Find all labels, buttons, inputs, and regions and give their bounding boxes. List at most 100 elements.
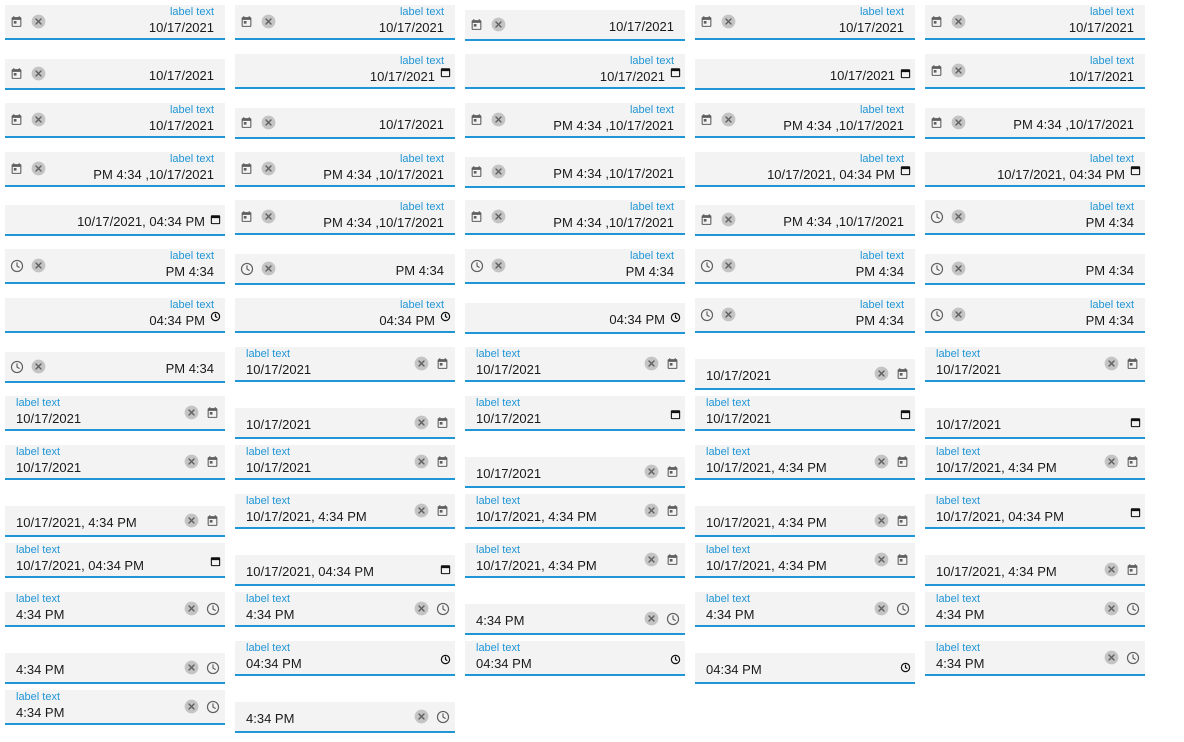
clear-icon[interactable] [874,601,889,616]
clear-icon[interactable] [31,66,46,81]
clear-icon[interactable] [491,164,506,179]
datetime-input[interactable]: label text 10/17/2021 [925,54,1145,89]
field-value[interactable]: 10/17/2021 [16,411,81,426]
datetime-input[interactable]: label text 10/17/2021 [695,396,915,431]
datetime-input[interactable]: 10/17/2021 [465,457,685,488]
datetime-input[interactable]: label text 10/17/2021 [235,54,455,89]
calendar-icon[interactable] [9,14,24,29]
field-value[interactable]: 10/17/2021 [149,68,214,83]
datetime-input[interactable]: label text 04:34 PM [465,641,685,676]
clear-icon[interactable] [1104,454,1119,469]
datetime-input[interactable]: label text 10/17/2021 [465,347,685,382]
datetime-input[interactable]: label text PM 4:34 [925,200,1145,235]
clock-picker-icon[interactable] [900,660,911,678]
datetime-input[interactable]: PM 4:34 ,10/17/2021 [695,205,915,236]
calendar-picker-icon[interactable] [1130,163,1141,181]
field-value[interactable]: PM 4:34 [166,264,214,279]
clear-icon[interactable] [414,709,429,724]
datetime-input[interactable]: label text 4:34 PM [925,592,1145,627]
field-value[interactable]: 10/17/2021, 04:34 PM [767,167,895,182]
calendar-picker-icon[interactable] [440,562,451,580]
field-value[interactable]: PM 4:34 [626,264,674,279]
datetime-input[interactable]: 10/17/2021 [925,408,1145,439]
clear-icon[interactable] [721,258,736,273]
calendar-icon[interactable] [699,112,714,127]
datetime-input[interactable]: label text 10/17/2021, 04:34 PM [925,152,1145,187]
clear-icon[interactable] [874,454,889,469]
field-value[interactable]: 10/17/2021 [246,417,311,432]
field-value[interactable]: 10/17/2021, 04:34 PM [936,509,1064,524]
datetime-input[interactable]: label text PM 4:34 [5,249,225,284]
calendar-icon[interactable] [239,209,254,224]
datetime-input[interactable]: 10/17/2021, 4:34 PM [695,506,915,537]
clear-icon[interactable] [414,415,429,430]
calendar-icon[interactable] [929,115,944,130]
calendar-icon[interactable] [9,112,24,127]
datetime-input[interactable]: 10/17/2021, 4:34 PM [925,555,1145,586]
datetime-input[interactable]: label text PM 4:34 ,10/17/2021 [5,152,225,187]
datetime-input[interactable]: label text 10/17/2021 [465,396,685,431]
field-value[interactable]: PM 4:34 ,10/17/2021 [553,118,674,133]
clock-icon[interactable] [929,261,944,276]
calendar-icon[interactable] [895,513,910,528]
field-value[interactable]: 10/17/2021 [476,411,541,426]
datetime-input[interactable]: label text 10/17/2021 [5,445,225,480]
datetime-input[interactable]: label text 10/17/2021, 4:34 PM [465,543,685,578]
calendar-picker-icon[interactable] [670,407,681,425]
datetime-input[interactable]: 4:34 PM [465,604,685,635]
datetime-input[interactable]: 4:34 PM [5,653,225,684]
datetime-input[interactable]: label text 10/17/2021, 04:34 PM [5,543,225,578]
clear-icon[interactable] [644,356,659,371]
datetime-input[interactable]: label text 10/17/2021, 4:34 PM [235,494,455,529]
field-value[interactable]: 10/17/2021, 4:34 PM [936,460,1057,475]
datetime-input[interactable]: label text 04:34 PM [235,641,455,676]
datetime-input[interactable]: label text 10/17/2021, 4:34 PM [465,494,685,529]
field-value[interactable]: 4:34 PM [936,607,984,622]
calendar-picker-icon[interactable] [900,407,911,425]
field-value[interactable]: PM 4:34 ,10/17/2021 [323,215,444,230]
clear-icon[interactable] [951,115,966,130]
field-value[interactable]: 10/17/2021 [476,466,541,481]
datetime-input[interactable]: PM 4:34 [925,254,1145,285]
calendar-icon[interactable] [469,112,484,127]
field-value[interactable]: 10/17/2021, 4:34 PM [706,460,827,475]
datetime-input[interactable]: label text 10/17/2021 [695,5,915,40]
field-value[interactable]: 10/17/2021 [936,417,1001,432]
field-value[interactable]: 10/17/2021 [149,118,214,133]
datetime-input[interactable]: label text 04:34 PM [235,298,455,333]
datetime-input[interactable]: label text 10/17/2021, 4:34 PM [695,543,915,578]
clear-icon[interactable] [1104,562,1119,577]
calendar-icon[interactable] [469,164,484,179]
calendar-icon[interactable] [239,161,254,176]
field-value[interactable]: 04:34 PM [706,662,762,677]
clear-icon[interactable] [414,454,429,469]
calendar-icon[interactable] [1125,562,1140,577]
datetime-input[interactable]: 10/17/2021 [695,59,915,90]
field-value[interactable]: 04:34 PM [149,313,205,328]
datetime-input[interactable]: label text PM 4:34 ,10/17/2021 [695,103,915,138]
datetime-input[interactable]: label text PM 4:34 ,10/17/2021 [465,200,685,235]
field-value[interactable]: 10/17/2021 [936,362,1001,377]
datetime-input[interactable]: 10/17/2021 [235,408,455,439]
field-value[interactable]: 10/17/2021 [16,460,81,475]
clear-icon[interactable] [951,307,966,322]
field-value[interactable]: PM 4:34 ,10/17/2021 [553,215,674,230]
field-value[interactable]: 10/17/2021 [379,20,444,35]
field-value[interactable]: PM 4:34 [396,263,444,278]
clock-picker-icon[interactable] [440,309,451,327]
field-value[interactable]: 10/17/2021, 04:34 PM [77,214,205,229]
datetime-input[interactable]: label text 10/17/2021 [5,396,225,431]
calendar-icon[interactable] [435,356,450,371]
datetime-input[interactable]: label text PM 4:34 ,10/17/2021 [465,103,685,138]
calendar-picker-icon[interactable] [670,65,681,83]
field-value[interactable]: PM 4:34 [1086,313,1134,328]
clear-icon[interactable] [951,14,966,29]
field-value[interactable]: 10/17/2021, 04:34 PM [246,564,374,579]
clear-icon[interactable] [31,112,46,127]
calendar-icon[interactable] [665,503,680,518]
field-value[interactable]: 10/17/2021 [1069,69,1134,84]
field-value[interactable]: 10/17/2021 [706,368,771,383]
field-value[interactable]: 4:34 PM [16,705,64,720]
calendar-icon[interactable] [1125,454,1140,469]
field-value[interactable]: 10/17/2021, 4:34 PM [16,515,137,530]
